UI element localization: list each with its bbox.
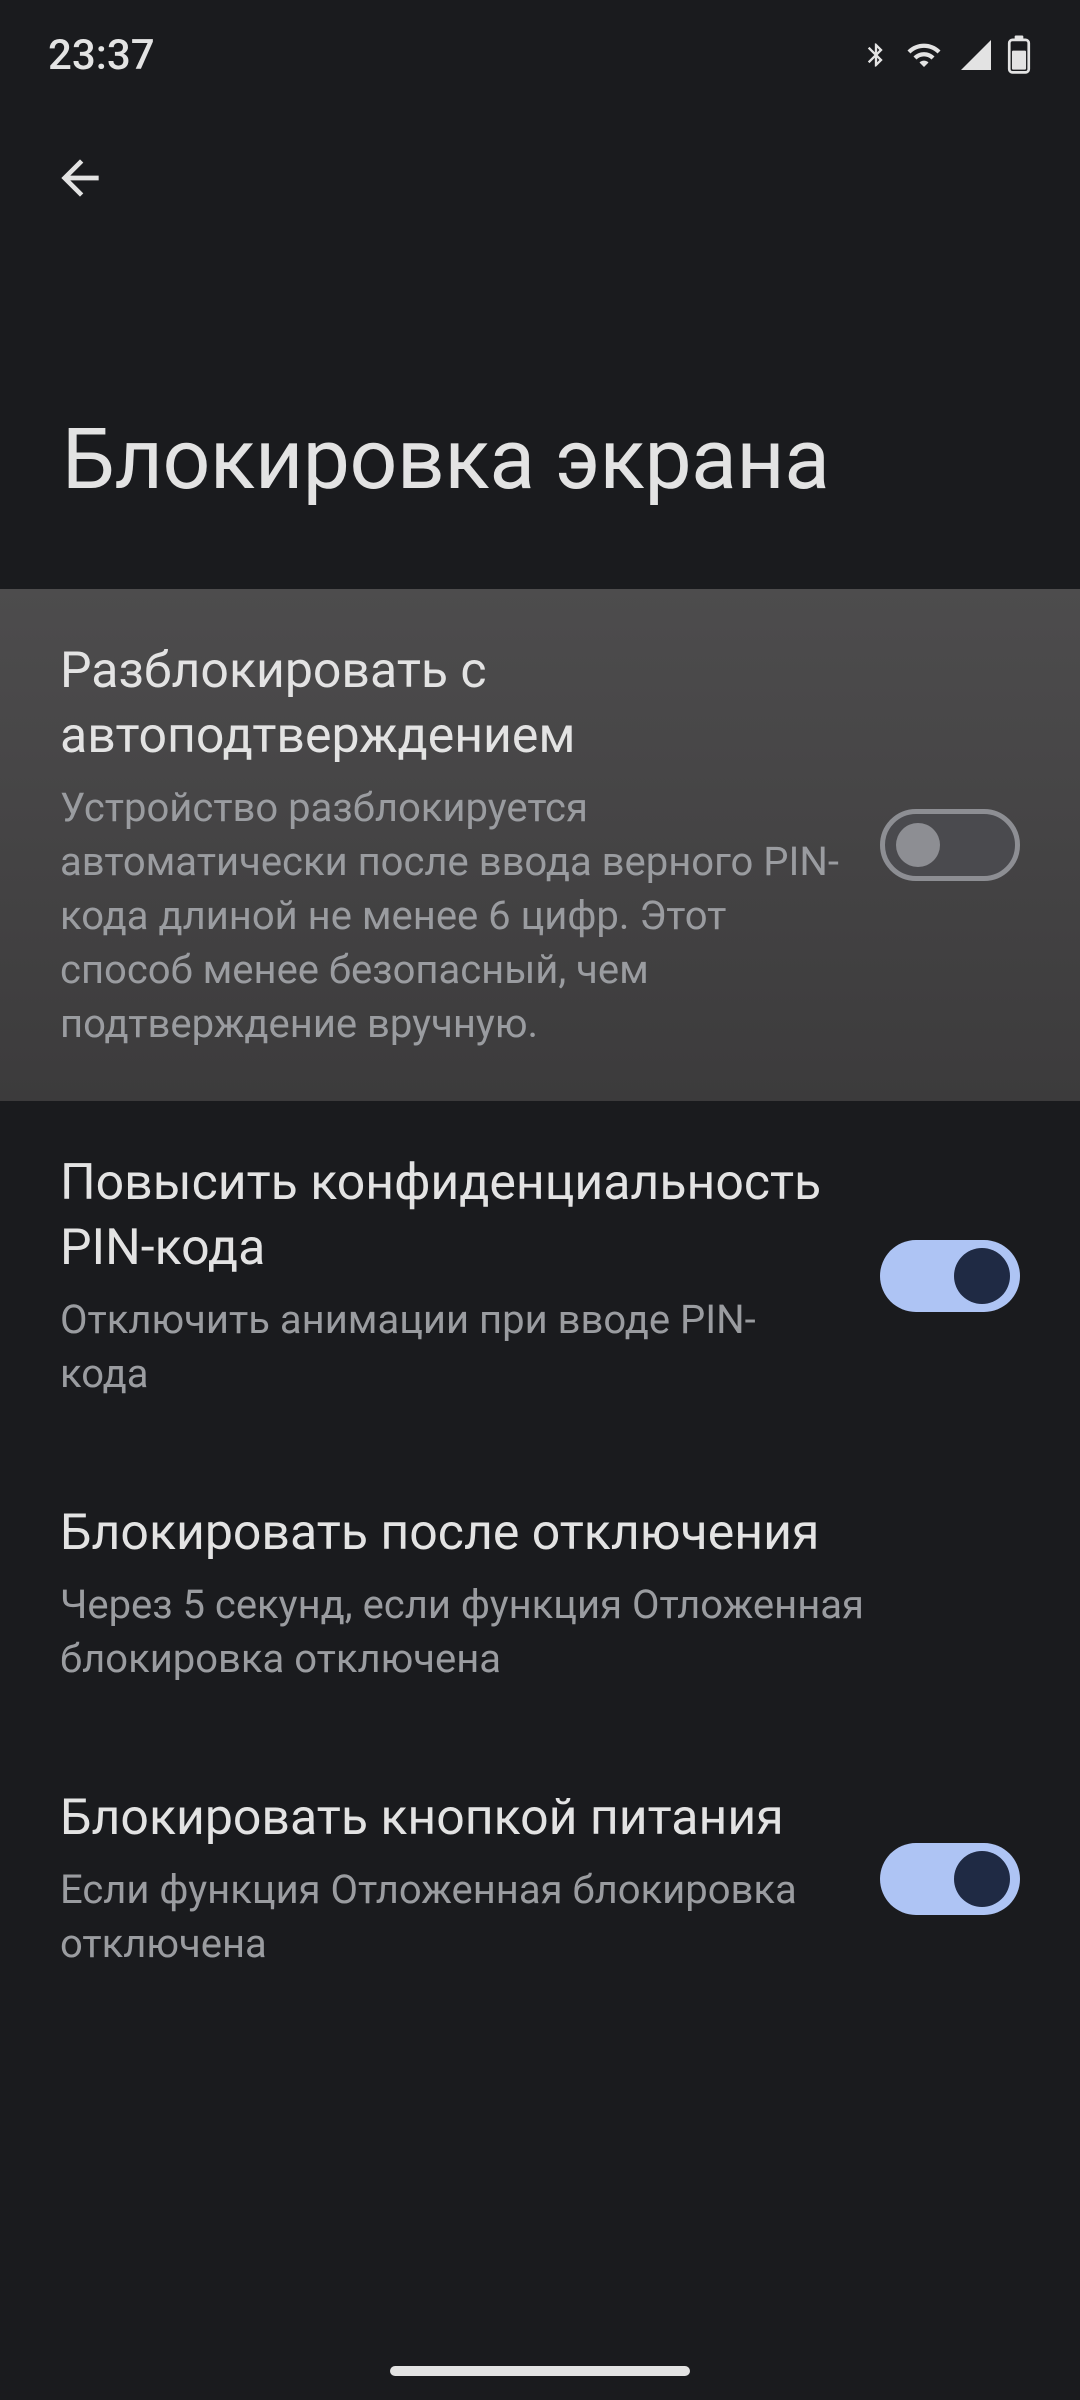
setting-lock-after[interactable]: Блокировать после отключения Через 5 сек… bbox=[0, 1451, 1080, 1736]
switch-enhanced-privacy[interactable] bbox=[880, 1240, 1020, 1312]
battery-icon bbox=[1006, 35, 1032, 75]
bluetooth-icon bbox=[862, 35, 890, 75]
setting-title: Разблокировать с автоподтверждением bbox=[60, 639, 840, 769]
status-time: 23:37 bbox=[48, 31, 155, 80]
setting-title: Повысить конфиденциальность PIN-кода bbox=[60, 1151, 840, 1281]
setting-title: Блокировать кнопкой питания bbox=[60, 1786, 840, 1851]
setting-title: Блокировать после отключения bbox=[60, 1501, 1020, 1566]
setting-enhanced-privacy[interactable]: Повысить конфиденциальность PIN-кода Отк… bbox=[0, 1101, 1080, 1451]
status-bar: 23:37 bbox=[0, 0, 1080, 100]
setting-text: Повысить конфиденциальность PIN-кода Отк… bbox=[60, 1151, 840, 1401]
header: Блокировка экрана bbox=[0, 100, 1080, 589]
setting-subtitle: Устройство разблокируется автоматически … bbox=[60, 781, 840, 1051]
settings-list: Разблокировать с автоподтверждением Устр… bbox=[0, 589, 1080, 2021]
page-title: Блокировка экрана bbox=[62, 410, 1050, 509]
switch-auto-confirm[interactable] bbox=[880, 809, 1020, 881]
setting-auto-confirm[interactable]: Разблокировать с автоподтверждением Устр… bbox=[0, 589, 1080, 1101]
setting-subtitle: Если функция Отложенная блокировка отклю… bbox=[60, 1863, 840, 1971]
switch-power-button-lock[interactable] bbox=[880, 1843, 1020, 1915]
cellular-icon bbox=[958, 37, 994, 73]
setting-subtitle: Отключить анимации при вводе PIN-кода bbox=[60, 1293, 840, 1401]
setting-power-button-lock[interactable]: Блокировать кнопкой питания Если функция… bbox=[0, 1736, 1080, 2021]
status-icons bbox=[862, 35, 1032, 75]
nav-handle[interactable] bbox=[390, 2366, 690, 2376]
wifi-icon bbox=[902, 37, 946, 73]
setting-subtitle: Через 5 секунд, если функция Отложенная … bbox=[60, 1578, 1020, 1686]
arrow-back-icon bbox=[52, 150, 108, 210]
back-button[interactable] bbox=[40, 140, 120, 220]
setting-text: Разблокировать с автоподтверждением Устр… bbox=[60, 639, 840, 1051]
setting-text: Блокировать после отключения Через 5 сек… bbox=[60, 1501, 1020, 1686]
setting-text: Блокировать кнопкой питания Если функция… bbox=[60, 1786, 840, 1971]
